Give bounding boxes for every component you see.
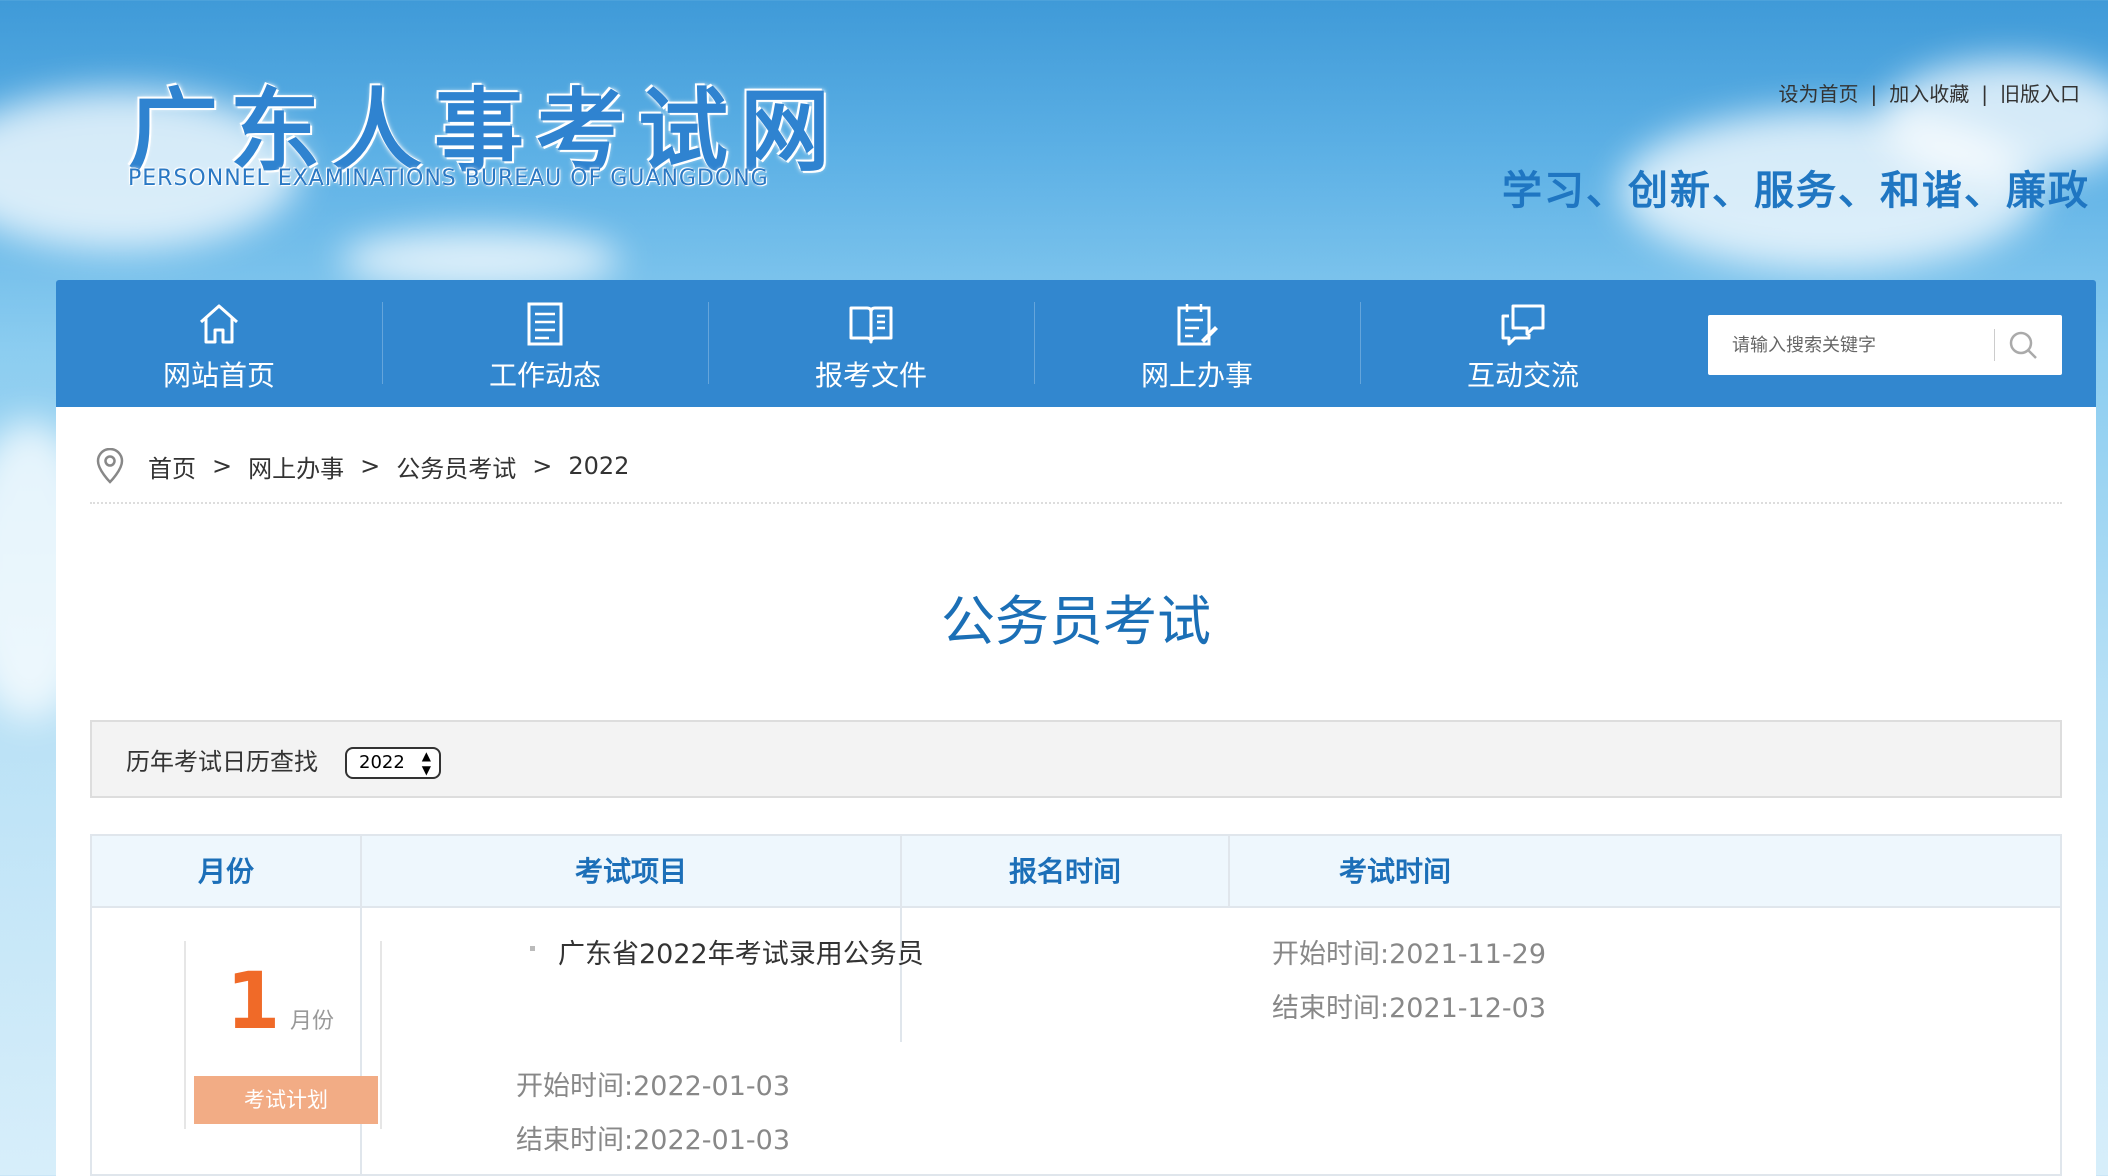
search-input[interactable] [1732, 315, 1982, 375]
nav-item-news[interactable]: 工作动态 [382, 280, 708, 407]
breadcrumb-separator: > [212, 452, 233, 480]
registration-start: 开始时间:2021-11-29 [1272, 939, 1547, 970]
divider: | [1870, 82, 1878, 106]
divider [90, 502, 2062, 504]
table-header: 月份 考试项目 报名时间 考试时间 [92, 836, 2060, 908]
nav-item-home[interactable]: 网站首页 [56, 280, 382, 407]
document-list-icon [527, 302, 563, 346]
slogan: 学习、创新、服务、和谐、廉政 [1502, 168, 2090, 214]
set-homepage-link[interactable]: 设为首页 [1779, 78, 1859, 107]
page-title: 公务员考试 [941, 590, 1211, 653]
location-pin-icon [96, 448, 124, 484]
breadcrumb: 首页 > 网上办事 > 公务员考试 > 2022 [94, 441, 629, 491]
column-header-exam-time: 考试时间 [1338, 855, 1451, 888]
site-logo-english: PERSONNEL EXAMINATIONS BUREAU OF GUANGDO… [128, 166, 769, 191]
exam-schedule-table: 月份 考试项目 报名时间 考试时间 1 月份 考试计划 广东省2022年考试录用… [90, 834, 2062, 1176]
search-icon[interactable] [2006, 328, 2040, 362]
year-select-value: 2022 [359, 752, 405, 773]
year-filter-bar: 历年考试日历查找 2022 ▲ ▼ [90, 720, 2062, 798]
nav-item-label: 网站首页 [162, 359, 275, 392]
breadcrumb-home[interactable]: 首页 [148, 449, 196, 484]
search-box [1708, 315, 2062, 375]
column-header-exam-item: 考试项目 [574, 855, 687, 888]
nav-item-online-services[interactable]: 网上办事 [1034, 280, 1360, 407]
select-arrows-icon: ▲ ▼ [421, 749, 431, 777]
search-divider [1994, 329, 1995, 361]
old-version-link[interactable]: 旧版入口 [2000, 78, 2080, 107]
column-header-month: 月份 [197, 855, 254, 888]
exam-end: 结束时间:2022-01-03 [516, 1125, 791, 1156]
column-divider [1228, 836, 1230, 908]
chat-bubbles-icon [1501, 304, 1545, 346]
registration-end: 结束时间:2021-12-03 [1272, 993, 1547, 1024]
site-header: 广东人事考试网 PERSONNEL EXAMINATIONS BUREAU OF… [0, 0, 2108, 280]
bullet [530, 946, 535, 951]
year-select[interactable]: 2022 ▲ ▼ [345, 747, 441, 779]
nav-item-label: 工作动态 [488, 359, 601, 392]
add-favorite-link[interactable]: 加入收藏 [1889, 78, 1969, 107]
exam-start: 开始时间:2022-01-03 [516, 1071, 791, 1102]
breadcrumb-current: 2022 [568, 452, 630, 480]
main-nav: 网站首页 工作动态 报考文件 网上办事 互动交流 [56, 280, 2096, 407]
month-number: 1 [226, 957, 281, 1047]
clipboard-edit-icon [1177, 304, 1218, 346]
exam-item-link[interactable]: 广东省2022年考试录用公务员 [530, 932, 924, 971]
divider: | [1981, 82, 1988, 106]
breadcrumb-separator: > [360, 452, 381, 480]
nav-item-interaction[interactable]: 互动交流 [1360, 280, 1686, 407]
nav-item-files[interactable]: 报考文件 [708, 280, 1034, 407]
top-links: 设为首页 | 加入收藏 | 旧版入口 [1779, 78, 2081, 107]
nav-item-label: 网上办事 [1140, 359, 1253, 392]
breadcrumb-civil-service-exam[interactable]: 公务员考试 [396, 449, 516, 484]
open-book-icon [849, 306, 893, 344]
breadcrumb-online-services[interactable]: 网上办事 [248, 449, 344, 484]
nav-item-label: 互动交流 [1466, 359, 1579, 392]
column-header-registration-time: 报名时间 [1008, 855, 1121, 888]
exam-item-title: 广东省2022年考试录用公务员 [558, 939, 924, 970]
year-filter-label: 历年考试日历查找 [126, 748, 318, 776]
month-unit: 月份 [290, 1009, 335, 1034]
breadcrumb-separator: > [532, 452, 553, 480]
main-content: 首页 > 网上办事 > 公务员考试 > 2022 公务员考试 历年考试日历查找 … [56, 407, 2096, 1176]
exam-plan-tag[interactable]: 考试计划 [194, 1076, 378, 1124]
nav-item-label: 报考文件 [814, 359, 927, 392]
home-icon [200, 304, 238, 344]
month-calendar-badge: 1 月份 考试计划 [184, 941, 382, 1129]
